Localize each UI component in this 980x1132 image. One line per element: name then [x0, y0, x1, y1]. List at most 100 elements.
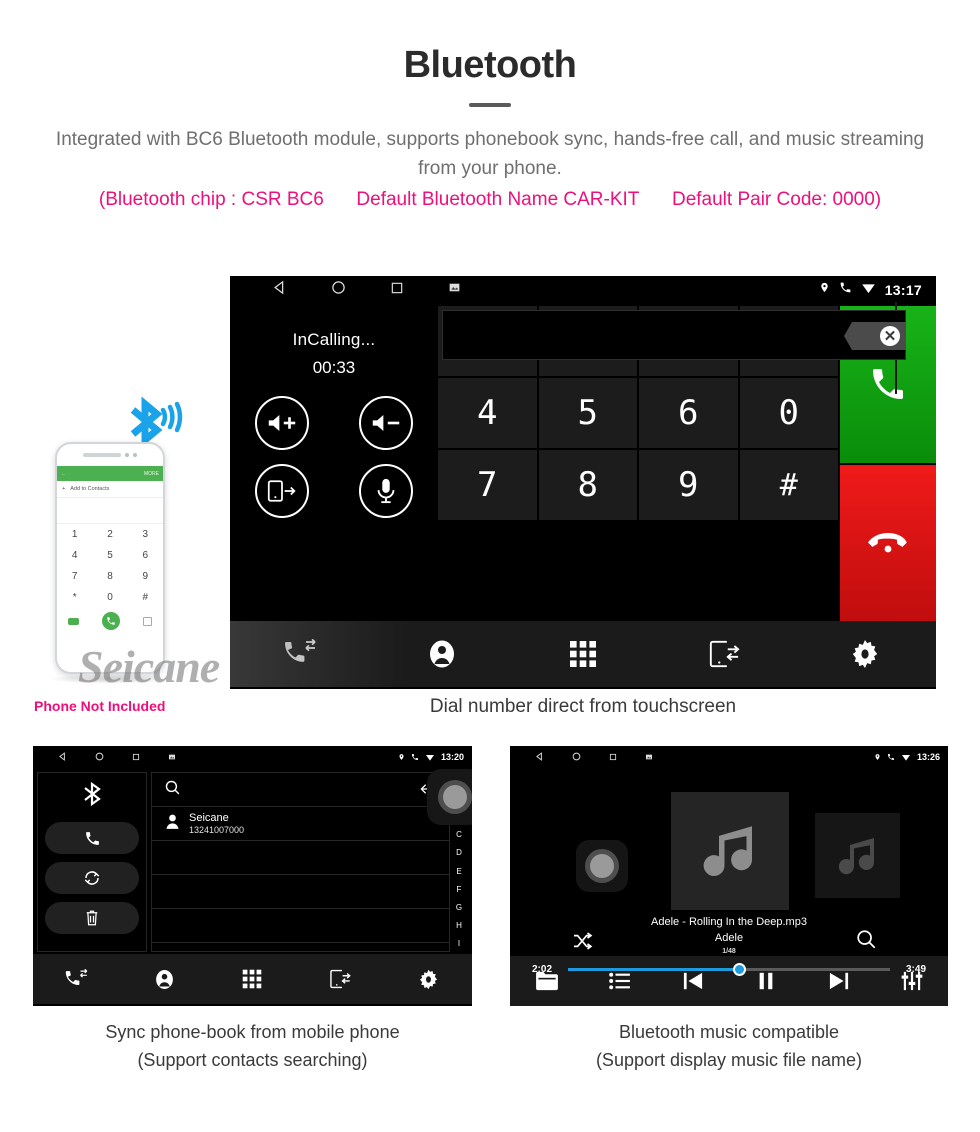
- key-hash[interactable]: #: [739, 450, 838, 520]
- phone-call-icon: [101, 612, 120, 630]
- back-icon[interactable]: [535, 748, 544, 766]
- microphone-icon[interactable]: [359, 464, 413, 518]
- phone-earpiece: [57, 444, 163, 466]
- clear-icon[interactable]: ✕: [844, 322, 906, 350]
- wifi-icon: [901, 748, 911, 766]
- search-icon: [164, 779, 181, 801]
- statusbar-clock: 13:26: [916, 752, 940, 762]
- dialer-screenshot: 13:17 ✕ 10086 InCalling... 00:33: [230, 276, 936, 689]
- phone-icon: [839, 281, 852, 299]
- delete-contacts-button[interactable]: [45, 902, 139, 934]
- phone-number-display: [57, 498, 163, 524]
- alpha-index-item[interactable]: H: [456, 921, 462, 930]
- phone-back-arrow: ←: [61, 470, 66, 477]
- phone-key: 9: [142, 571, 149, 582]
- contact-name: Seicane: [189, 811, 229, 824]
- dial-button[interactable]: [45, 822, 139, 854]
- back-icon[interactable]: [58, 748, 67, 766]
- screenshot-icon[interactable]: [645, 748, 653, 766]
- key-5[interactable]: 5: [538, 378, 637, 448]
- recents-icon[interactable]: [132, 748, 140, 766]
- contact-avatar-icon: [166, 814, 179, 834]
- nav-keypad[interactable]: [209, 969, 297, 989]
- home-icon[interactable]: [572, 748, 581, 766]
- recents-icon[interactable]: [390, 281, 404, 300]
- album-art-next[interactable]: [815, 813, 900, 898]
- alpha-index-item[interactable]: G: [456, 903, 462, 912]
- list-item-empty[interactable]: [152, 909, 449, 943]
- nav-settings[interactable]: [795, 639, 936, 669]
- transfer-to-phone-button[interactable]: [255, 464, 309, 518]
- nav-sync[interactable]: [654, 638, 795, 670]
- key-4[interactable]: 4: [438, 378, 537, 448]
- seek-slider[interactable]: [568, 963, 890, 976]
- volume-up-button[interactable]: [255, 396, 309, 450]
- phone-video-icon: [68, 617, 80, 625]
- nav-sync[interactable]: [296, 968, 384, 990]
- phone-key: 4: [71, 550, 78, 561]
- music-caption-line2: (Support display music file name): [595, 1050, 863, 1070]
- key-8[interactable]: 8: [538, 450, 637, 520]
- page-title: Bluetooth: [403, 44, 577, 86]
- title-divider: [469, 103, 511, 107]
- key-9[interactable]: 9: [639, 450, 738, 520]
- phonebook-navbar: [33, 954, 472, 1004]
- spec-highlight-line: (Bluetooth chip : CSR BC6 Default Blueto…: [0, 189, 980, 211]
- shuffle-icon[interactable]: [572, 932, 594, 955]
- sync-contacts-button[interactable]: [45, 862, 139, 894]
- phone-action-row: [57, 608, 163, 634]
- screenshot-icon[interactable]: [168, 748, 176, 766]
- phone-key: 1: [71, 529, 78, 540]
- call-status-text: InCalling...: [292, 330, 376, 349]
- recents-icon[interactable]: [609, 748, 617, 766]
- nav-active-highlight: [230, 621, 405, 687]
- active-call-panel: 10086 InCalling... 00:33: [230, 304, 438, 621]
- phone-add-contact-label: Add to Contacts: [70, 486, 110, 492]
- phone-key: 6: [142, 550, 149, 561]
- list-item[interactable]: Seicane 13241007000: [152, 807, 449, 841]
- rotary-knob-overlay-icon: [576, 840, 628, 892]
- key-0[interactable]: 0: [739, 378, 838, 448]
- back-icon[interactable]: [272, 280, 287, 300]
- alpha-index-item[interactable]: E: [456, 867, 461, 876]
- seek-fill: [568, 968, 739, 971]
- phonebook-sidebar: [37, 772, 147, 952]
- nav-recent-calls[interactable]: [33, 968, 121, 990]
- key-7[interactable]: 7: [438, 450, 537, 520]
- contact-number: 13241007000: [189, 824, 245, 835]
- search-icon[interactable]: [855, 928, 877, 955]
- location-icon: [398, 748, 405, 766]
- alpha-index-item[interactable]: D: [456, 848, 462, 857]
- home-icon[interactable]: [331, 280, 346, 300]
- phone-key: 8: [107, 571, 113, 582]
- nav-contacts[interactable]: [121, 969, 209, 990]
- spec-bt-name: Default Bluetooth Name CAR-KIT: [356, 189, 640, 210]
- list-item-empty[interactable]: [152, 875, 449, 909]
- key-6[interactable]: 6: [639, 378, 738, 448]
- statusbar-clock: 13:20: [440, 752, 464, 762]
- volume-down-button[interactable]: [359, 396, 413, 450]
- contact-search-row[interactable]: [152, 769, 472, 825]
- alpha-index-item[interactable]: I: [458, 939, 460, 948]
- music-caption-line1: Bluetooth music compatible: [618, 1022, 840, 1042]
- nav-keypad[interactable]: [512, 640, 653, 668]
- album-art-current[interactable]: [671, 792, 789, 910]
- music-statusbar: 13:26: [510, 746, 948, 768]
- phone-key: *: [72, 592, 77, 603]
- track-title: Adele - Rolling In the Deep.mp3: [651, 916, 807, 928]
- alpha-index-item[interactable]: C: [456, 830, 462, 839]
- list-item-empty[interactable]: [152, 841, 449, 875]
- home-icon[interactable]: [95, 748, 104, 766]
- phone-shadow: [48, 674, 172, 684]
- nav-settings[interactable]: [384, 969, 472, 990]
- phonebook-caption-line1: Sync phone-book from mobile phone: [105, 1022, 400, 1042]
- call-timer: 00:33: [312, 358, 356, 377]
- alpha-index-item[interactable]: F: [457, 885, 462, 894]
- location-icon: [819, 281, 830, 299]
- phone-icon: [887, 748, 895, 766]
- end-call-button[interactable]: [840, 464, 936, 621]
- screenshot-icon[interactable]: [448, 281, 461, 299]
- seek-thumb[interactable]: [732, 963, 746, 976]
- number-input[interactable]: [442, 310, 906, 360]
- rotary-knob-overlay-icon: [427, 769, 472, 825]
